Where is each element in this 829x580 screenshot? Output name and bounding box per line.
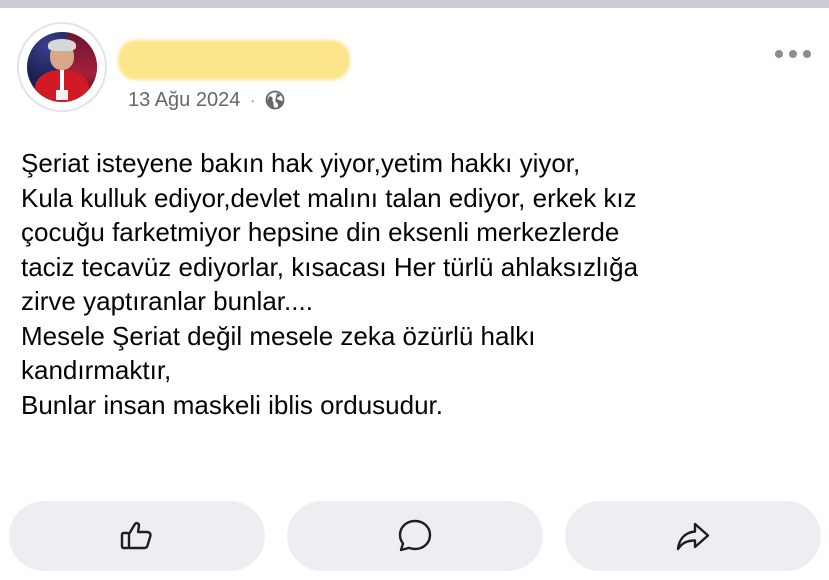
post-timestamp[interactable]: 13 Ağu 2024 [128, 89, 240, 112]
avatar-photo [27, 32, 97, 102]
author-name-redacted [118, 40, 350, 80]
post-line: zirve yaptıranlar bunlar.... [21, 286, 313, 316]
post-line: taciz tecavüz ediyorlar, kısacası Her tü… [21, 251, 639, 282]
post-line: kandırmaktır, [21, 355, 172, 385]
post-line: çocuğu farketmiyor hepsine din eksenli m… [21, 217, 620, 247]
top-divider [0, 0, 829, 8]
meta-separator: · [250, 92, 256, 108]
post-line: Şeriat isteyene bakın hak yiyor,yetim ha… [21, 148, 581, 178]
post-line: Kula kulluk ediyor,devlet malını talan e… [21, 182, 637, 213]
post-meta: 13 Ağu 2024 · [128, 88, 285, 112]
comment-button[interactable] [287, 501, 543, 571]
post-text: Şeriat isteyene bakın hak yiyor,yetim ha… [21, 146, 811, 422]
post-card: 13 Ağu 2024 · Şeriat isteyene bakın hak … [0, 8, 829, 580]
author-avatar[interactable] [17, 22, 107, 112]
comment-icon [398, 519, 432, 552]
like-button[interactable] [9, 501, 265, 571]
share-icon [676, 522, 710, 551]
post-line: Mesele Şeriat değil mesele zeka özürlü h… [21, 320, 536, 351]
post-actions [9, 501, 821, 571]
globe-icon [265, 90, 285, 110]
more-options-icon[interactable] [775, 48, 811, 60]
post-line: Bunlar insan maskeli iblis ordusudur. [21, 389, 443, 420]
share-button[interactable] [565, 501, 821, 571]
thumbs-up-icon [120, 521, 152, 550]
